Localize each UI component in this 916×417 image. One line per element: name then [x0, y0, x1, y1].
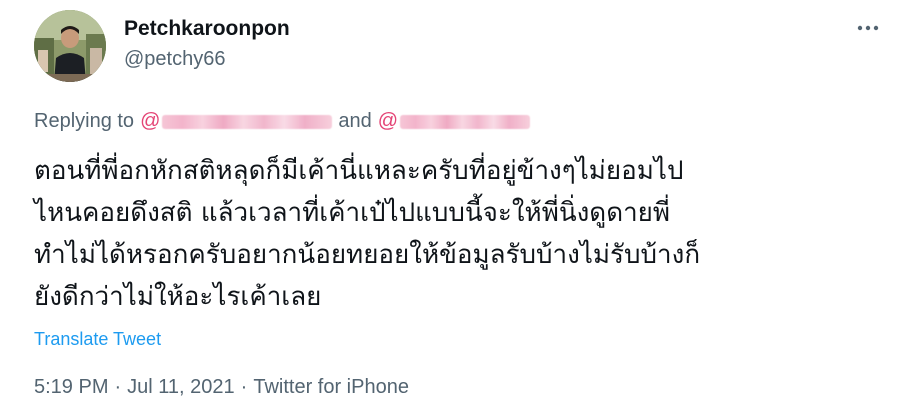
- mention-at-sign: @: [377, 110, 399, 132]
- tweet-metadata: 5:19 PM · Jul 11, 2021 · Twitter for iPhone: [34, 376, 409, 399]
- user-handle[interactable]: @petchy66: [124, 48, 225, 71]
- tweet-text: ตอนที่พี่อกหักสติหลุดก็มีเค้านี่แหละครับ…: [34, 150, 894, 318]
- tweet-text-line: ทำไม่ได้หรอกครับอยากน้อยทยอยให้ข้อมูลรับ…: [34, 240, 701, 270]
- more-options-button[interactable]: [848, 10, 888, 46]
- tweet-time[interactable]: 5:19 PM: [34, 376, 108, 398]
- avatar[interactable]: [34, 10, 106, 82]
- tweet-text-line: ตอนที่พี่อกหักสติหลุดก็มีเค้านี่แหละครับ…: [34, 156, 684, 186]
- more-options-icon: [857, 25, 879, 31]
- translate-tweet-link[interactable]: Translate Tweet: [34, 329, 161, 350]
- reply-mention-1[interactable]: @: [140, 110, 333, 133]
- avatar-photo: [34, 10, 106, 82]
- redacted-handle: [162, 114, 333, 129]
- replying-to: Replying to @ and @: [34, 110, 531, 133]
- replying-label: Replying to: [34, 110, 135, 132]
- display-name[interactable]: Petchkaroonpon: [124, 17, 290, 41]
- reply-conjunction: and: [338, 110, 372, 132]
- meta-separator: ·: [114, 376, 122, 398]
- tweet-text-line: ยังดีกว่าไม่ให้อะไรเค้าเลย: [34, 282, 322, 312]
- reply-mention-2[interactable]: @: [377, 110, 531, 133]
- tweet-text-line: ไหนคอยดึงสติ แล้วเวลาที่เค้าเป๋ไปแบบนี้จ…: [34, 198, 671, 228]
- mention-at-sign: @: [140, 110, 161, 132]
- meta-separator: ·: [240, 376, 248, 398]
- tweet-card: Petchkaroonpon @petchy66 Replying to @ a…: [0, 0, 916, 417]
- tweet-date[interactable]: Jul 11, 2021: [127, 376, 235, 398]
- tweet-source[interactable]: Twitter for iPhone: [253, 376, 409, 398]
- redacted-handle: [400, 114, 531, 129]
